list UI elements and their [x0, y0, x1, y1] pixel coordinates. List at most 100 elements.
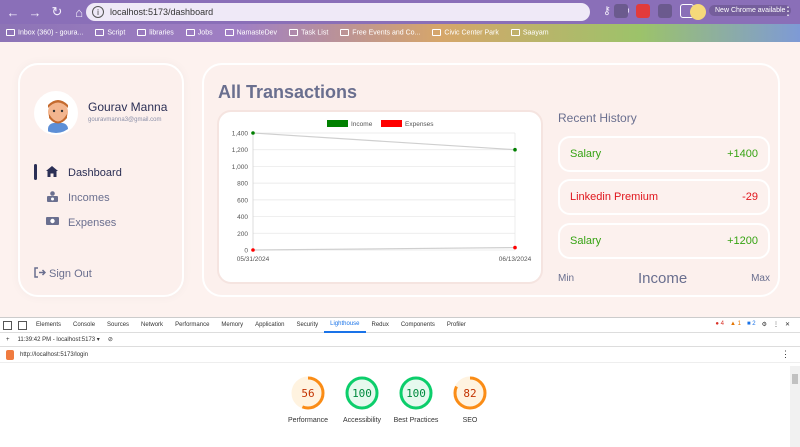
data-point-expenses	[251, 248, 255, 252]
legend-label: Income	[351, 121, 373, 128]
extension-icon[interactable]	[658, 4, 672, 18]
lighthouse-toolbar: + 11:39:42 PM - localhost:5173 ▾ ⊘	[0, 333, 800, 347]
score-gauge: 56	[290, 375, 326, 411]
inspect-icon[interactable]	[3, 320, 12, 330]
transactions-chart: 0 200 400 600 800 1,000 1,200 1,400 05/31/2024 06…	[217, 110, 543, 284]
tab-security[interactable]: Security	[290, 318, 324, 333]
income-min-max: Min Income Max	[558, 270, 770, 287]
y-tick-label: 1,400	[232, 131, 249, 138]
sign-out-button[interactable]: Sign Out	[34, 267, 92, 281]
score-performance[interactable]: 56 Performance	[288, 375, 328, 426]
password-key-icon[interactable]: ⚷	[603, 4, 611, 17]
report-menu-icon[interactable]: ⋮	[781, 349, 790, 360]
tab-application[interactable]: Application	[249, 318, 290, 333]
sidebar-item-incomes[interactable]: Incomes	[34, 185, 174, 210]
tab-console[interactable]: Console	[67, 318, 101, 333]
address-bar[interactable]: i localhost:5173/dashboard	[86, 3, 590, 21]
score-accessibility[interactable]: 100 Accessibility	[343, 375, 381, 426]
tab-components[interactable]: Components	[395, 318, 441, 333]
user-name: Gourav Manna	[88, 100, 168, 114]
data-point-expenses	[513, 245, 517, 250]
score-value: 100	[406, 386, 426, 400]
scrollbar-thumb[interactable]	[792, 374, 798, 384]
score-label: Performance	[287, 417, 329, 424]
new-chrome-badge[interactable]: New Chrome available	[709, 5, 792, 16]
sidebar-item-dashboard[interactable]: Dashboard	[34, 160, 174, 185]
bookmark-item[interactable]: Task List	[289, 29, 328, 37]
bookmark-item[interactable]: Free Events and Co...	[340, 29, 420, 37]
bookmark-item[interactable]: Script	[95, 29, 125, 37]
bookmark-item[interactable]: libraries	[137, 29, 174, 37]
lighthouse-scores: 56 Performance 100 Accessibility 100 Bes…	[288, 375, 488, 426]
history-item-amount: +1200	[727, 235, 758, 247]
score-value: 56	[301, 386, 315, 400]
sidebar: Gourav Manna gouravmanna3@gmail.com Dash…	[18, 63, 184, 297]
device-toolbar-icon[interactable]	[18, 320, 27, 330]
scrollbar[interactable]	[790, 366, 800, 447]
report-selector[interactable]: 11:39:42 PM - localhost:5173 ▾	[18, 336, 100, 343]
sidebar-item-label: Expenses	[68, 216, 117, 229]
chart-svg: 0 200 400 600 800 1,000 1,200 1,400 05/31/2024 06…	[232, 120, 532, 263]
data-point-income	[513, 147, 517, 152]
new-report-icon[interactable]: +	[6, 337, 10, 343]
devtools-status: ● 4 ▲ 1 ■ 2 ⚙ ⋮ ✕	[715, 321, 790, 328]
tab-profiler[interactable]: Profiler	[441, 318, 472, 333]
y-tick-label: 1,200	[232, 147, 249, 154]
devtools-panel: Elements Console Sources Network Perform…	[0, 317, 800, 447]
sidebar-item-label: Dashboard	[68, 166, 122, 179]
score-seo[interactable]: 82 SEO	[452, 375, 488, 426]
bookmark-item[interactable]: Saayam	[510, 29, 549, 37]
tab-performance[interactable]: Performance	[169, 318, 215, 333]
error-count[interactable]: ● 4	[715, 321, 724, 328]
bookmark-item[interactable]: Jobs	[185, 29, 213, 37]
forward-icon[interactable]: →	[26, 3, 44, 21]
lighthouse-url-bar: http://localhost:5173/login ⋮	[0, 347, 800, 363]
y-tick-label: 200	[237, 231, 248, 238]
lighthouse-icon	[6, 349, 14, 360]
app-viewport: Gourav Manna gouravmanna3@gmail.com Dash…	[0, 42, 800, 317]
extension-icon[interactable]	[636, 4, 650, 18]
bookmark-item[interactable]: Inbox (360) - goura...	[6, 29, 83, 37]
back-icon[interactable]: ←	[4, 3, 22, 21]
history-item: Salary +1200	[558, 223, 770, 259]
history-item-label: Salary	[570, 148, 602, 160]
y-tick-label: 800	[237, 181, 248, 188]
extension-icon[interactable]	[614, 4, 628, 18]
score-best-practices[interactable]: 100 Best Practices	[394, 375, 438, 426]
bookmark-item[interactable]: Civic Center Park	[432, 29, 499, 37]
min-label: Min	[558, 273, 575, 284]
tab-lighthouse[interactable]: Lighthouse	[324, 318, 366, 333]
tab-redux[interactable]: Redux	[366, 318, 395, 333]
tab-sources[interactable]: Sources	[101, 318, 135, 333]
report-url: http://localhost:5173/login	[20, 351, 89, 358]
sign-out-icon	[34, 267, 47, 281]
tab-memory[interactable]: Memory	[215, 318, 249, 333]
profile-avatar[interactable]	[690, 4, 706, 20]
tab-elements[interactable]: Elements	[30, 318, 67, 333]
sidebar-item-expenses[interactable]: Expenses	[34, 210, 174, 235]
page-title: All Transactions	[218, 82, 358, 102]
score-label: Best Practices	[393, 417, 439, 424]
score-gauge: 100	[344, 375, 380, 411]
home-icon	[44, 165, 60, 180]
sidebar-item-label: Incomes	[68, 191, 110, 204]
bookmark-item[interactable]: NamasteDev	[224, 29, 277, 37]
clear-icon[interactable]: ⊘	[108, 336, 113, 343]
message-count[interactable]: ■ 2	[747, 321, 756, 328]
site-info-icon[interactable]: i	[92, 6, 104, 18]
history-item: Linkedin Premium -29	[558, 179, 770, 215]
warning-count[interactable]: ▲ 1	[730, 321, 741, 328]
history-item-amount: -29	[742, 191, 758, 203]
chrome-menu-icon[interactable]: ⋮	[782, 4, 794, 18]
score-value: 100	[352, 386, 372, 400]
settings-icon[interactable]: ⚙	[762, 321, 767, 328]
sign-out-label: Sign Out	[49, 268, 92, 280]
user-email: gouravmanna3@gmail.com	[88, 117, 162, 123]
close-icon[interactable]: ✕	[785, 321, 790, 328]
devtools-tabs: Elements Console Sources Network Perform…	[0, 318, 800, 333]
tab-network[interactable]: Network	[135, 318, 169, 333]
more-icon[interactable]: ⋮	[773, 321, 779, 328]
sidebar-menu: Dashboard Incomes Expenses	[34, 160, 174, 235]
reload-icon[interactable]: ↻	[48, 3, 66, 21]
browser-toolbar: ← → ↻ ⌂ i localhost:5173/dashboard ⚷ ⊕ ☆…	[0, 0, 800, 24]
